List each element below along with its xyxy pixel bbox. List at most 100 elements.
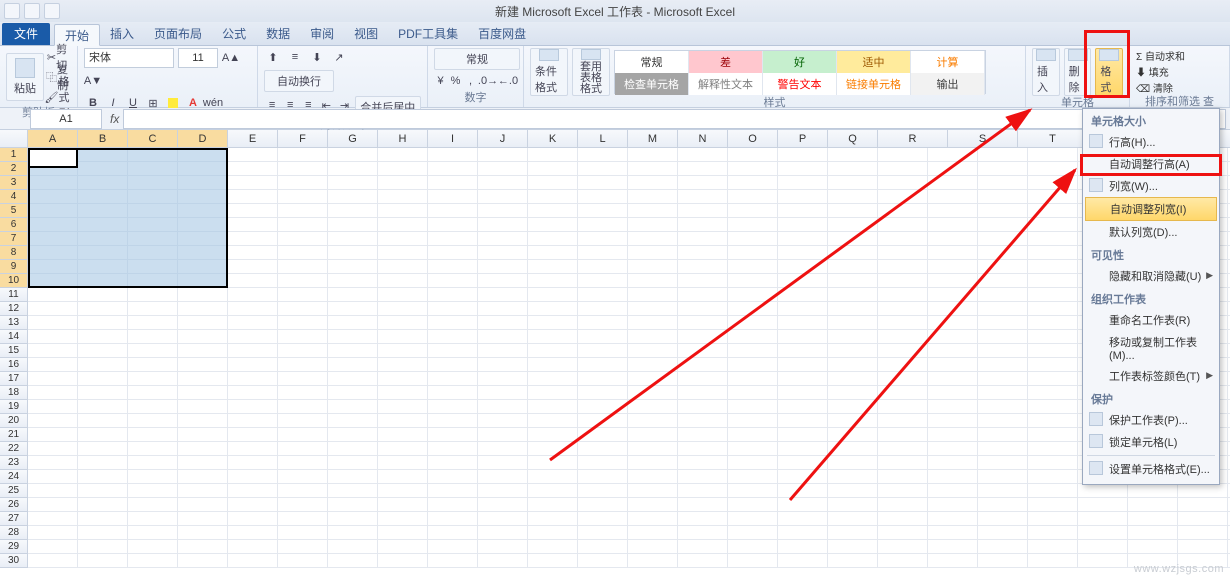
row-header[interactable]: 14 [0,330,28,344]
row-header[interactable]: 26 [0,498,28,512]
font-name-combo[interactable]: 宋体 [84,48,174,68]
tab-review[interactable]: 审阅 [300,23,344,45]
column-header[interactable]: R [878,130,948,147]
row-header[interactable]: 19 [0,400,28,414]
name-box[interactable]: A1 [30,109,102,129]
format-painter-button[interactable]: 🖌 格式刷 [48,88,66,106]
row-header[interactable]: 4 [0,190,28,204]
row-header[interactable]: 23 [0,456,28,470]
row-header[interactable]: 28 [0,526,28,540]
column-header[interactable]: B [78,130,128,147]
format-cells-button[interactable]: 格式 [1095,48,1123,96]
column-header[interactable]: H [378,130,428,147]
number-format-combo[interactable]: 常规 [434,48,520,70]
redo-icon[interactable] [44,3,60,19]
row-header[interactable]: 13 [0,316,28,330]
align-top-icon[interactable]: ⬆ [264,48,282,66]
tab-pagelayout[interactable]: 页面布局 [144,23,212,45]
worksheet-grid[interactable]: ABCDEFGHIJKLMNOPQRSTU 123456789101112131… [0,130,1230,579]
tab-baidu[interactable]: 百度网盘 [468,23,536,45]
column-header[interactable]: G [328,130,378,147]
increase-font-icon[interactable]: A▲ [222,49,240,67]
column-header[interactable]: A [28,130,78,147]
row-header[interactable]: 22 [0,442,28,456]
style-cell[interactable]: 计算 [911,51,985,73]
column-header[interactable]: P [778,130,828,147]
style-cell[interactable]: 输出 [911,73,985,95]
row-header[interactable]: 30 [0,554,28,568]
decrease-decimal-icon[interactable]: ←.0 [499,72,517,90]
style-cell[interactable]: 解释性文本 [689,73,763,95]
row-header[interactable]: 29 [0,540,28,554]
menu-format-cells[interactable]: 设置单元格格式(E)... [1083,458,1219,480]
italic-button[interactable]: I [104,94,122,112]
row-header[interactable]: 5 [0,204,28,218]
fx-icon[interactable]: fx [110,112,119,126]
wrap-text-button[interactable]: 自动换行 [264,70,334,92]
row-header[interactable]: 17 [0,372,28,386]
column-header[interactable]: S [948,130,1018,147]
table-format-button[interactable]: 套用 表格格式 [572,48,610,96]
column-header[interactable]: K [528,130,578,147]
column-header[interactable]: T [1018,130,1088,147]
column-header[interactable]: Q [828,130,878,147]
font-size-combo[interactable]: 11 [178,48,218,68]
row-header[interactable]: 6 [0,218,28,232]
percent-icon[interactable]: % [449,72,462,90]
row-header[interactable]: 8 [0,246,28,260]
style-cell[interactable]: 检查单元格 [615,73,689,95]
row-header[interactable]: 10 [0,274,28,288]
column-header[interactable]: L [578,130,628,147]
tab-data[interactable]: 数据 [256,23,300,45]
menu-autofit-col[interactable]: 自动调整列宽(I) [1085,197,1217,221]
menu-protect-sheet[interactable]: 保护工作表(P)... [1083,409,1219,431]
delete-cells-button[interactable]: 删除 [1064,48,1092,96]
menu-autofit-row[interactable]: 自动调整行高(A) [1083,153,1219,175]
autosum-button[interactable]: Σ 自动求和 [1136,48,1185,63]
style-cell[interactable]: 适中 [837,51,911,73]
column-header[interactable]: F [278,130,328,147]
row-header[interactable]: 27 [0,512,28,526]
menu-tab-color[interactable]: 工作表标签颜色(T)▶ [1083,365,1219,387]
column-header[interactable]: D [178,130,228,147]
menu-default-width[interactable]: 默认列宽(D)... [1083,221,1219,243]
undo-icon[interactable] [24,3,40,19]
style-cell[interactable]: 警告文本 [763,73,837,95]
formula-bar[interactable] [123,109,1226,129]
tab-file[interactable]: 文件 [2,23,50,45]
row-header[interactable]: 12 [0,302,28,316]
style-cell[interactable]: 常规 [615,51,689,73]
column-header[interactable]: M [628,130,678,147]
comma-icon[interactable]: , [464,72,477,90]
clear-button[interactable]: ⌫ 清除 [1136,80,1173,95]
row-header[interactable]: 9 [0,260,28,274]
tab-formulas[interactable]: 公式 [212,23,256,45]
currency-icon[interactable]: ¥ [434,72,447,90]
select-all-corner[interactable] [0,130,28,147]
row-header[interactable]: 15 [0,344,28,358]
column-header[interactable]: N [678,130,728,147]
row-header[interactable]: 2 [0,162,28,176]
row-header[interactable]: 24 [0,470,28,484]
row-header[interactable]: 18 [0,386,28,400]
column-header[interactable]: E [228,130,278,147]
tab-view[interactable]: 视图 [344,23,388,45]
align-bottom-icon[interactable]: ⬇ [308,48,326,66]
orientation-icon[interactable]: ↗ [330,48,348,66]
style-cell[interactable]: 差 [689,51,763,73]
conditional-format-button[interactable]: 条件格式 [530,48,568,96]
row-header[interactable]: 16 [0,358,28,372]
column-header[interactable]: I [428,130,478,147]
menu-col-width[interactable]: 列宽(W)... [1083,175,1219,197]
column-header[interactable]: J [478,130,528,147]
cell-styles-gallery[interactable]: 常规差好适中计算检查单元格解释性文本警告文本链接单元格输出 [614,50,986,94]
row-header[interactable]: 21 [0,428,28,442]
row-header[interactable]: 3 [0,176,28,190]
row-header[interactable]: 20 [0,414,28,428]
row-header[interactable]: 11 [0,288,28,302]
menu-hide-unhide[interactable]: 隐藏和取消隐藏(U)▶ [1083,265,1219,287]
save-icon[interactable] [4,3,20,19]
tab-insert[interactable]: 插入 [100,23,144,45]
menu-move-copy[interactable]: 移动或复制工作表(M)... [1083,331,1219,365]
column-header[interactable]: O [728,130,778,147]
